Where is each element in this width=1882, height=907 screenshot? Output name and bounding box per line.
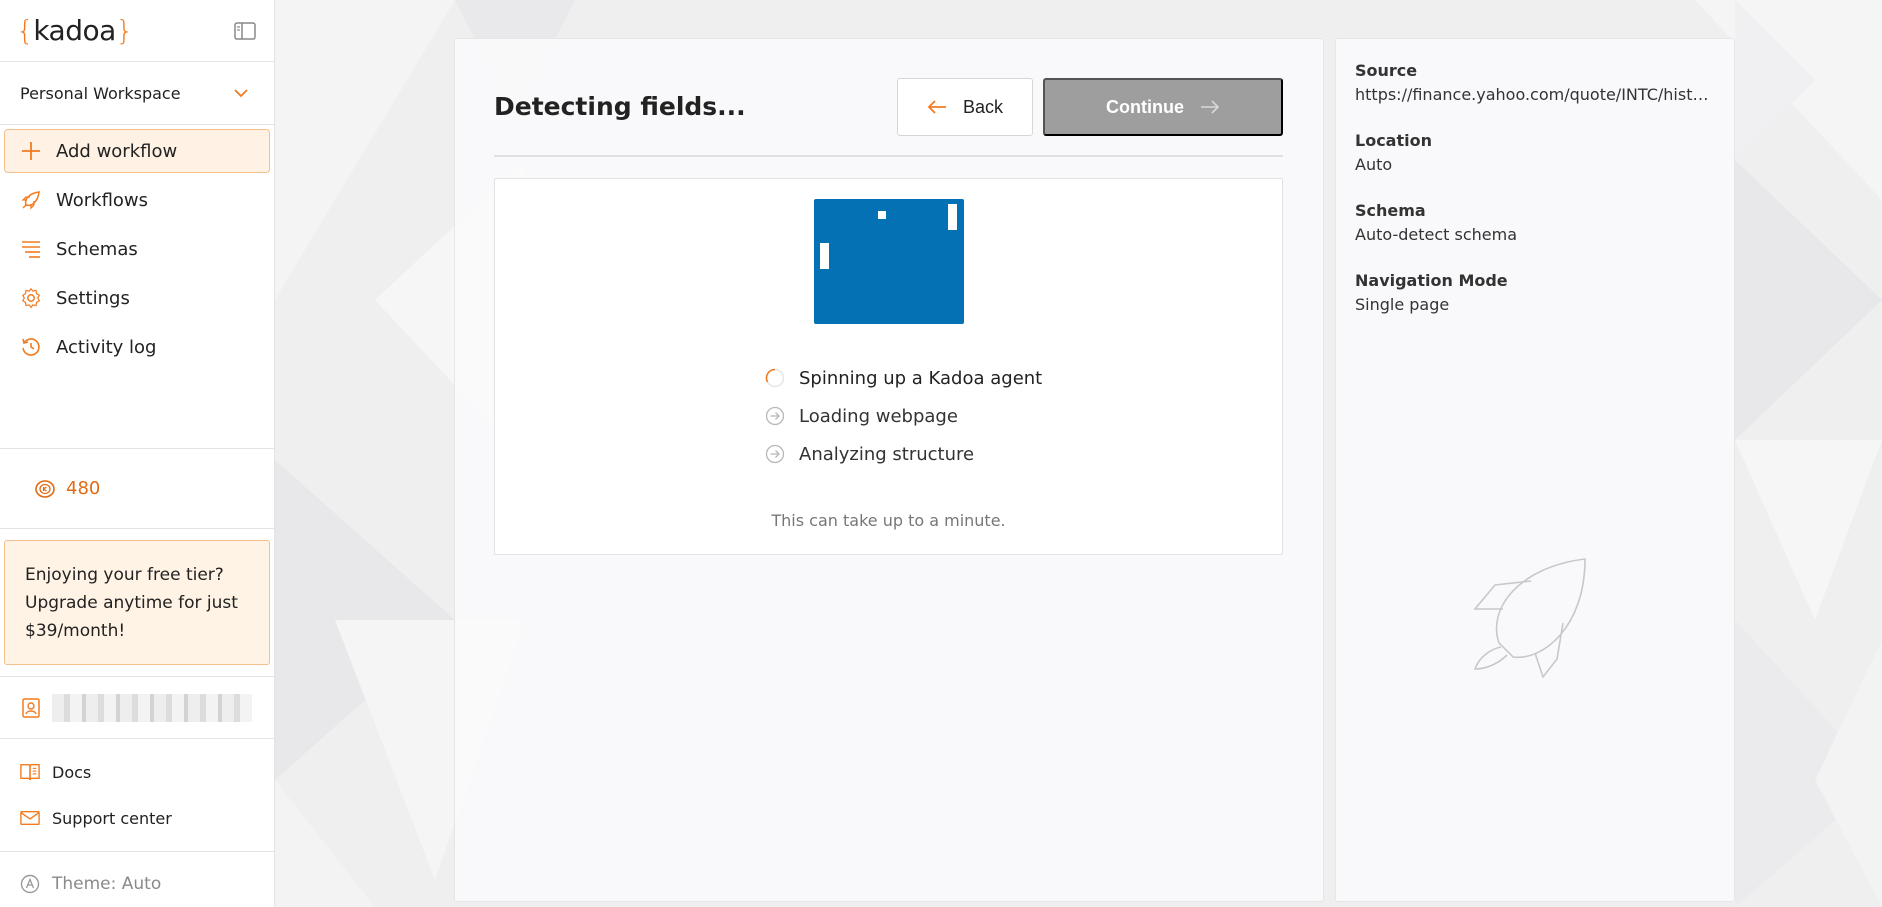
arrow-circle-right-icon	[765, 444, 785, 464]
kadoa-logo[interactable]: {kadoa}	[16, 14, 134, 47]
support-label: Support center	[52, 808, 172, 828]
workspace-name: Personal Workspace	[20, 83, 181, 103]
upgrade-text-line: Upgrade anytime for just	[25, 593, 238, 613]
page-title: Detecting fields...	[494, 92, 746, 121]
credits-value: 480	[66, 478, 101, 499]
schema-detail: Schema Auto-detect schema	[1355, 201, 1717, 251]
navigation-mode-label: Navigation Mode	[1355, 271, 1508, 290]
nav-label: Settings	[56, 287, 130, 309]
spinner-icon	[765, 368, 785, 388]
detection-progress-box: Spinning up a Kadoa agent Loading webpag…	[494, 178, 1283, 555]
gear-icon	[21, 287, 41, 309]
navigation-mode-value: Single page	[1355, 295, 1450, 314]
docs-label: Docs	[52, 762, 92, 782]
nav-add-workflow[interactable]: Add workflow	[4, 129, 270, 173]
nav-activity-log[interactable]: Activity log	[4, 325, 270, 369]
schema-label: Schema	[1355, 201, 1426, 220]
plus-icon	[22, 142, 40, 160]
header-divider	[494, 155, 1283, 157]
upgrade-banner[interactable]: Enjoying your free tier? Upgrade anytime…	[4, 540, 270, 665]
sidebar-toggle-icon[interactable]	[234, 21, 256, 40]
schema-icon	[22, 241, 40, 258]
location-label: Location	[1355, 131, 1432, 150]
logo-row: {kadoa}	[0, 0, 274, 62]
upgrade-section: Enjoying your free tier? Upgrade anytime…	[0, 540, 274, 677]
nav-label: Schemas	[56, 238, 138, 260]
main-nav: Add workflow Workflows Schemas Settings …	[0, 125, 274, 449]
step-loading-webpage: Loading webpage	[765, 397, 1042, 435]
history-icon	[22, 338, 40, 356]
continue-label: Continue	[1106, 96, 1184, 117]
logo-text: kadoa	[33, 14, 116, 47]
workflow-details-panel: Source https://finance.yahoo.com/quote/I…	[1335, 38, 1735, 902]
nav-label: Add workflow	[56, 140, 178, 162]
progress-steps: Spinning up a Kadoa agent Loading webpag…	[765, 359, 1042, 473]
step-label: Loading webpage	[799, 405, 958, 427]
theme-toggle[interactable]: Theme: Auto	[0, 852, 274, 907]
location-detail: Location Auto	[1355, 131, 1717, 181]
arrow-right-icon	[1201, 100, 1220, 114]
logo-brace-close: }	[115, 14, 134, 47]
upgrade-text-line: $39/month!	[25, 621, 126, 641]
coin-icon	[35, 479, 55, 498]
logo-brace-open: {	[16, 14, 34, 47]
credits-counter[interactable]: 480	[0, 449, 274, 529]
chevron-down-icon	[234, 89, 248, 98]
theme-label: Theme: Auto	[52, 873, 162, 894]
step-analyzing-structure: Analyzing structure	[765, 435, 1042, 473]
right-paddle	[948, 204, 957, 230]
nav-label: Activity log	[56, 336, 157, 358]
help-links: Docs Support center	[0, 739, 274, 852]
details-list: Source https://finance.yahoo.com/quote/I…	[1355, 61, 1717, 341]
arrow-left-icon	[927, 100, 946, 114]
source-label: Source	[1355, 61, 1418, 80]
sidebar: {kadoa} Personal Workspace Add workflow	[0, 0, 275, 907]
back-button[interactable]: Back	[897, 78, 1033, 136]
left-paddle	[820, 243, 829, 269]
arrow-circle-right-icon	[765, 406, 785, 426]
workspace-selector[interactable]: Personal Workspace	[0, 62, 274, 125]
nav-workflows[interactable]: Workflows	[4, 178, 270, 222]
user-profile[interactable]	[0, 677, 274, 739]
upgrade-text-line: Enjoying your free tier?	[25, 565, 224, 585]
docs-link[interactable]: Docs	[0, 749, 274, 795]
nav-schemas[interactable]: Schemas	[4, 227, 270, 271]
navigation-mode-detail: Navigation Mode Single page	[1355, 271, 1717, 321]
mail-icon	[20, 810, 40, 826]
book-icon	[20, 764, 40, 781]
step-label: Spinning up a Kadoa agent	[799, 367, 1043, 389]
step-label: Analyzing structure	[799, 443, 975, 465]
nav-settings[interactable]: Settings	[4, 276, 270, 320]
back-label: Back	[962, 96, 1004, 117]
schema-value: Auto-detect schema	[1355, 225, 1517, 244]
theme-auto-icon	[20, 874, 40, 893]
support-center-link[interactable]: Support center	[0, 795, 274, 841]
source-url: https://finance.yahoo.com/quote/INTC/his…	[1355, 85, 1717, 104]
redacted-user-name	[52, 693, 252, 722]
source-detail: Source https://finance.yahoo.com/quote/I…	[1355, 61, 1717, 111]
continue-button[interactable]: Continue	[1043, 78, 1283, 136]
pong-loading-game[interactable]	[814, 199, 964, 324]
location-value: Auto	[1355, 155, 1393, 174]
step-spinning-up: Spinning up a Kadoa agent	[765, 359, 1042, 397]
pong-ball	[878, 211, 886, 219]
wait-note: This can take up to a minute.	[771, 511, 1006, 530]
nav-label: Workflows	[56, 189, 149, 211]
rocket-icon	[21, 191, 40, 210]
profile-card-icon	[22, 697, 40, 718]
rocket-illustration-icon	[1473, 558, 1586, 679]
